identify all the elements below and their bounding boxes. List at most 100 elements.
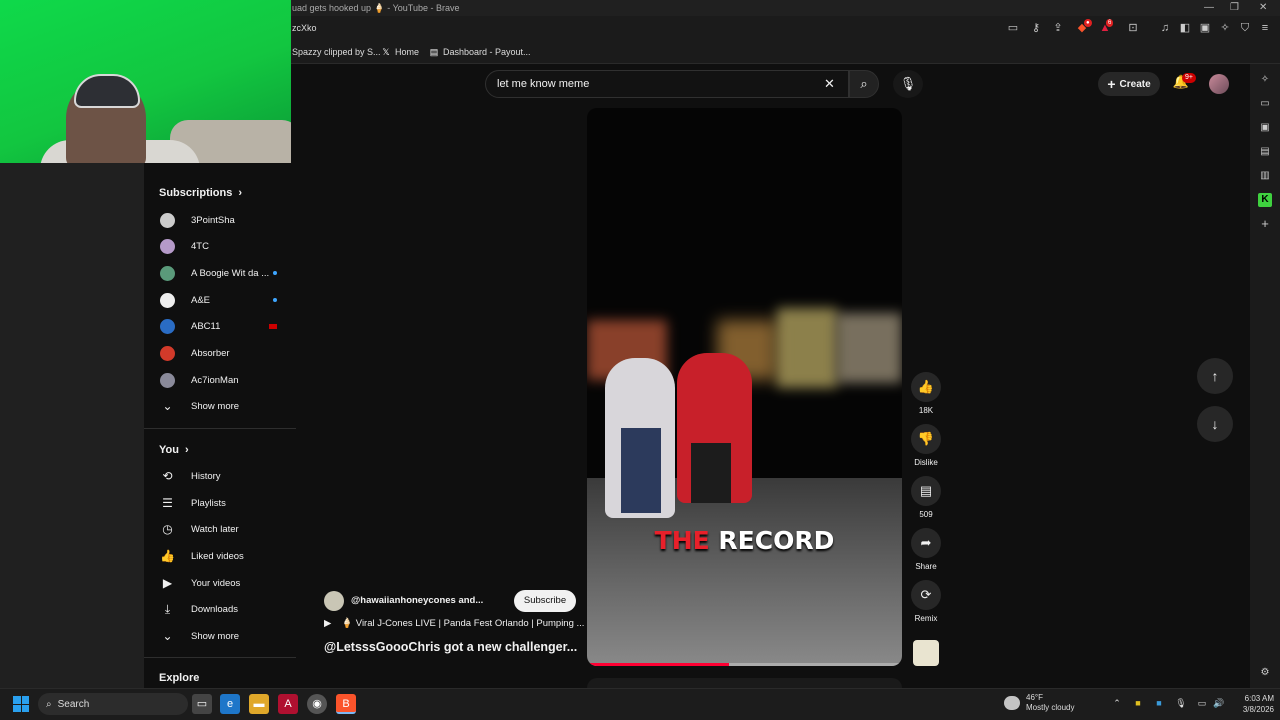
tray-app-icon[interactable]: ■ [1153,697,1165,709]
bookmark-item[interactable]: Spazzy clipped by S... [292,47,381,57]
sidebar-item-your-videos[interactable]: ▶ Your videos [144,570,296,596]
subscriptions-header[interactable]: Subscriptions › [159,187,242,199]
caption-white-word: RECORD [718,526,835,555]
explore-header: Explore [159,672,199,684]
sound-link[interactable]: ▶ 🍦 Viral J-Cones LIVE | Panda Fest Orla… [324,618,584,629]
show-more-label: Show more [191,630,240,642]
new-content-dot [273,298,277,302]
sidebar-item-label: Ac7ionMan [191,374,239,386]
live-indicator [269,323,277,329]
dislike-button[interactable]: 👎 Dislike [911,424,941,467]
search-input[interactable]: let me know meme [497,78,589,90]
channel-avatar[interactable] [324,591,344,611]
url-text[interactable]: zcXko [292,23,317,33]
next-short-preview [587,678,902,688]
search-button[interactable]: ⌕ [849,70,879,98]
sidebar-item-label: Your videos [191,577,241,589]
network-icon[interactable]: ▭ [1196,697,1208,709]
settings-gear-icon[interactable]: ⚙ [1258,666,1272,680]
key-icon[interactable]: ⚷ [1029,21,1043,35]
wallet-icon[interactable]: ▣ [1198,21,1212,35]
sidebar-item-liked-videos[interactable]: 👍 Liked videos [144,543,296,569]
remix-button[interactable]: ⟳ Remix [911,580,941,623]
video-title[interactable]: @LetsssGoooChris got a new challenger... [324,640,577,654]
sidebar-item-subscription[interactable]: 3PointSha [144,207,296,233]
bookmark-item[interactable]: 𝕏 Home [381,47,419,57]
subscribe-button[interactable]: Subscribe [514,590,576,612]
windows-start-icon[interactable] [13,696,29,712]
bookmark-item[interactable]: ▤ Dashboard - Payout... [429,47,531,57]
playlists-icon: ☰ [162,495,173,510]
history-panel-icon[interactable]: ▥ [1258,169,1272,183]
scene-lights [777,308,837,388]
channel-avatar [160,265,175,281]
reading-list-icon[interactable]: ▭ [1258,97,1272,111]
watch-later-icon: ◷ [162,521,173,536]
brave-taskbar-icon[interactable]: B [336,694,356,714]
bookmarks-icon[interactable]: ▤ [1258,145,1272,159]
subscriptions-header-label: Subscriptions [159,187,233,199]
task-view-icon[interactable]: ▭ [192,694,212,714]
bookmark-label: Dashboard - Payout... [443,47,531,57]
microphone-tray-icon[interactable]: 🎙 [1175,697,1187,709]
weather-widget[interactable]: 46°F Mostly cloudy [1004,693,1074,713]
thumbs-up-icon: 👍 [160,548,175,563]
taskbar-search[interactable]: ⌕ Search [38,693,188,715]
sidebar-item-subscription[interactable]: ABC11 [144,313,296,339]
extensions-icon[interactable]: ⊡ [1126,21,1140,35]
window-title: uad gets hooked up 🍦 - YouTube - Brave [292,3,460,13]
system-clock[interactable]: 6:03 AM 3/8/2026 [1226,693,1274,715]
plus-icon: + [1107,76,1116,92]
sidebar-divider [144,428,296,429]
share-button[interactable]: ➦ Share [911,528,941,571]
you-header[interactable]: You › [159,444,189,456]
clear-search-icon[interactable]: ✕ [824,76,835,92]
share-page-icon[interactable]: ⇪ [1051,21,1065,35]
leo-icon[interactable]: ✧ [1258,73,1272,87]
edge-icon[interactable]: e [220,694,240,714]
like-button[interactable]: 👍 18K [911,372,941,415]
minimize-icon[interactable]: — [1204,2,1214,13]
show-more-subscriptions[interactable]: ⌄ Show more [144,393,296,419]
sidebar-item-watch-later[interactable]: ◷ Watch later [144,516,296,542]
next-short-button[interactable]: ↓ [1197,406,1233,442]
add-panel-icon[interactable]: + [1258,217,1272,231]
create-button[interactable]: + Create [1098,72,1160,96]
sidebar-item-history[interactable]: ⟲ History [144,463,296,489]
sidebar-item-subscription[interactable]: A Boogie Wit da ... [144,260,296,286]
account-avatar[interactable] [1209,74,1229,94]
sidebar-item-downloads[interactable]: ⤓ Downloads [144,596,296,622]
sidebar-item-subscription[interactable]: A&E [144,287,296,313]
show-more-you[interactable]: ⌄ Show more [144,623,296,649]
obs-icon[interactable]: ◉ [307,694,327,714]
chevron-up-icon[interactable]: ⌃ [1111,697,1123,709]
search-box[interactable]: let me know meme ✕ [485,70,849,98]
restore-icon[interactable]: ❐ [1230,2,1239,13]
short-video-player[interactable]: THE RECORD [587,108,902,666]
acrobat-icon[interactable]: A [278,694,298,714]
voice-search-button[interactable]: 🎙 [893,70,923,98]
sidebar-item-subscription[interactable]: Absorber [144,340,296,366]
comments-button[interactable]: ▤ 509 [911,476,941,519]
file-explorer-icon[interactable]: ▬ [249,694,269,714]
download-icon: ⤓ [164,601,171,616]
sidebar-toggle-icon[interactable]: ◧ [1178,21,1192,35]
sidebar-item-playlists[interactable]: ☰ Playlists [144,490,296,516]
previous-short-button[interactable]: ↑ [1197,358,1233,394]
close-window-icon[interactable]: ✕ [1259,2,1267,13]
vpn-icon[interactable]: ⛉ [1238,21,1252,35]
leo-ai-icon[interactable]: ✧ [1218,21,1232,35]
sidebar-item-subscription[interactable]: 4TC [144,233,296,259]
wallet-icon[interactable]: ▣ [1258,121,1272,135]
sound-thumbnail[interactable] [913,640,939,666]
kick-icon[interactable]: K [1258,193,1272,207]
sidebar-item-label: A Boogie Wit da ... [191,267,270,279]
menu-icon[interactable]: ≡ [1258,21,1272,35]
channel-name[interactable]: @hawaiianhoneycones and... [351,595,483,606]
volume-icon[interactable]: 🔊 [1213,697,1225,709]
media-icon[interactable]: ♫ [1158,21,1172,35]
cast-icon[interactable]: ▭ [1006,21,1020,35]
sidebar-item-subscription[interactable]: Ac7ionMan [144,367,296,393]
tray-app-icon[interactable]: ■ [1132,697,1144,709]
video-progress-bar[interactable] [587,663,902,666]
